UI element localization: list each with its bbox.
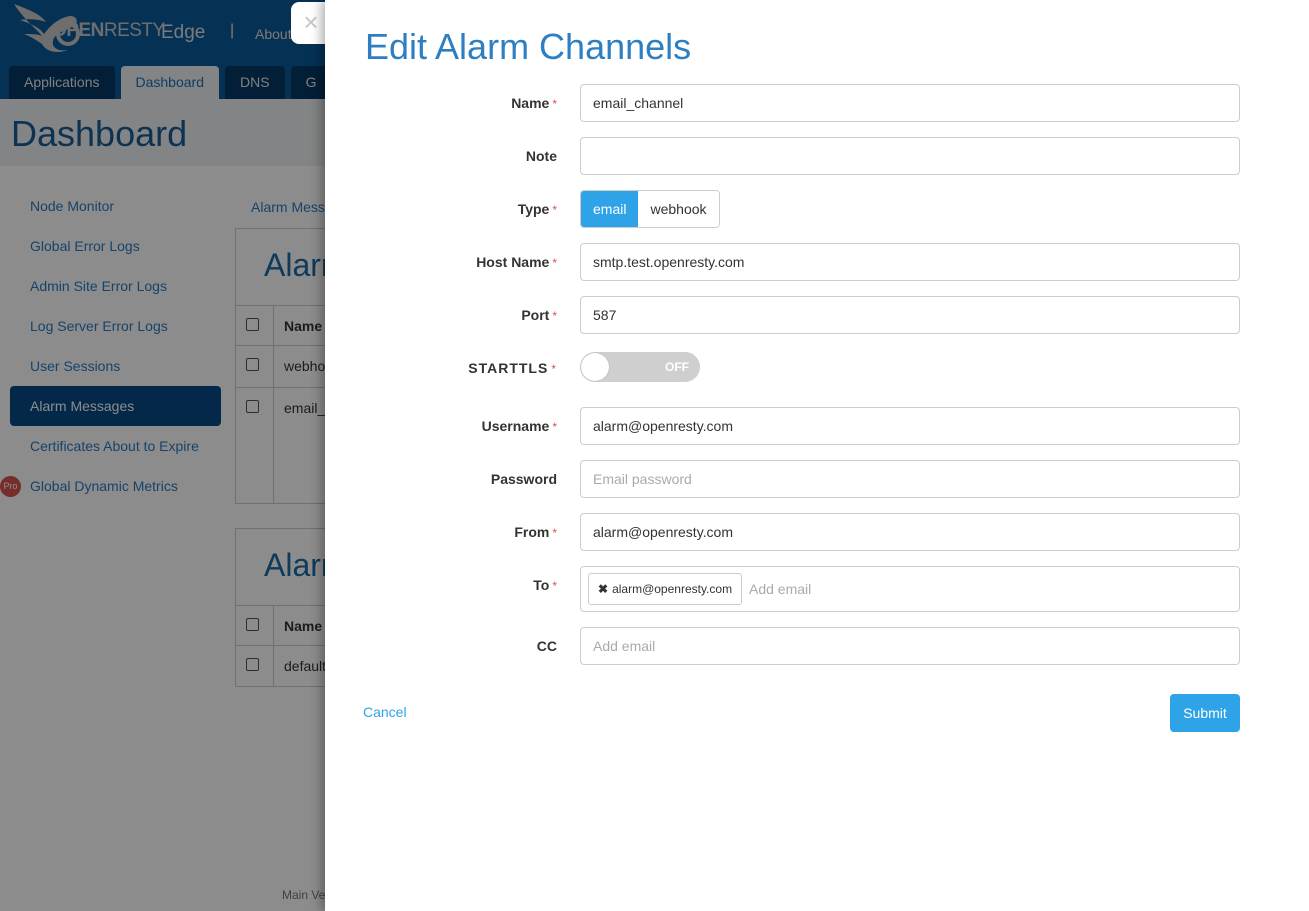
username-input[interactable] bbox=[580, 407, 1240, 445]
email-tag: ✖ alarm@openresty.com bbox=[588, 573, 743, 605]
password-input[interactable] bbox=[580, 460, 1240, 498]
host-name-label: Host Name * bbox=[476, 254, 557, 270]
type-label: Type * bbox=[517, 201, 557, 217]
starttls-label: STARTTLS * bbox=[468, 360, 557, 376]
port-input[interactable] bbox=[580, 296, 1240, 334]
password-label: Password bbox=[490, 471, 557, 487]
note-input[interactable] bbox=[580, 137, 1240, 175]
toggle-state: OFF bbox=[665, 360, 689, 374]
submit-button[interactable]: Submit bbox=[1170, 694, 1240, 732]
type-email-button[interactable]: email bbox=[581, 191, 639, 227]
from-input[interactable] bbox=[580, 513, 1240, 551]
cancel-button[interactable]: Cancel bbox=[363, 704, 407, 720]
cc-label: CC bbox=[536, 638, 557, 654]
host-name-input[interactable] bbox=[580, 243, 1240, 281]
name-input[interactable] bbox=[580, 84, 1240, 122]
note-label: Note bbox=[525, 148, 557, 164]
name-label: Name * bbox=[511, 95, 557, 111]
port-label: Port * bbox=[521, 307, 557, 323]
to-add-email-input[interactable] bbox=[749, 573, 1049, 605]
type-selector: email webhook bbox=[580, 190, 720, 228]
type-webhook-button[interactable]: webhook bbox=[638, 191, 719, 227]
close-icon[interactable]: × bbox=[300, 8, 322, 36]
starttls-toggle[interactable]: OFF bbox=[580, 352, 700, 382]
username-label: Username * bbox=[481, 418, 557, 434]
to-label: To * bbox=[533, 577, 557, 593]
remove-tag-icon[interactable]: ✖ bbox=[598, 582, 608, 596]
to-tag-input[interactable]: ✖ alarm@openresty.com bbox=[580, 566, 1240, 612]
drawer-title: Edit Alarm Channels bbox=[365, 26, 692, 67]
edit-alarm-channels-drawer: Edit Alarm Channels Name* Note Type* ema… bbox=[325, 0, 1309, 911]
cc-input[interactable] bbox=[580, 627, 1240, 665]
toggle-knob bbox=[581, 353, 609, 381]
from-label: From * bbox=[514, 524, 557, 540]
